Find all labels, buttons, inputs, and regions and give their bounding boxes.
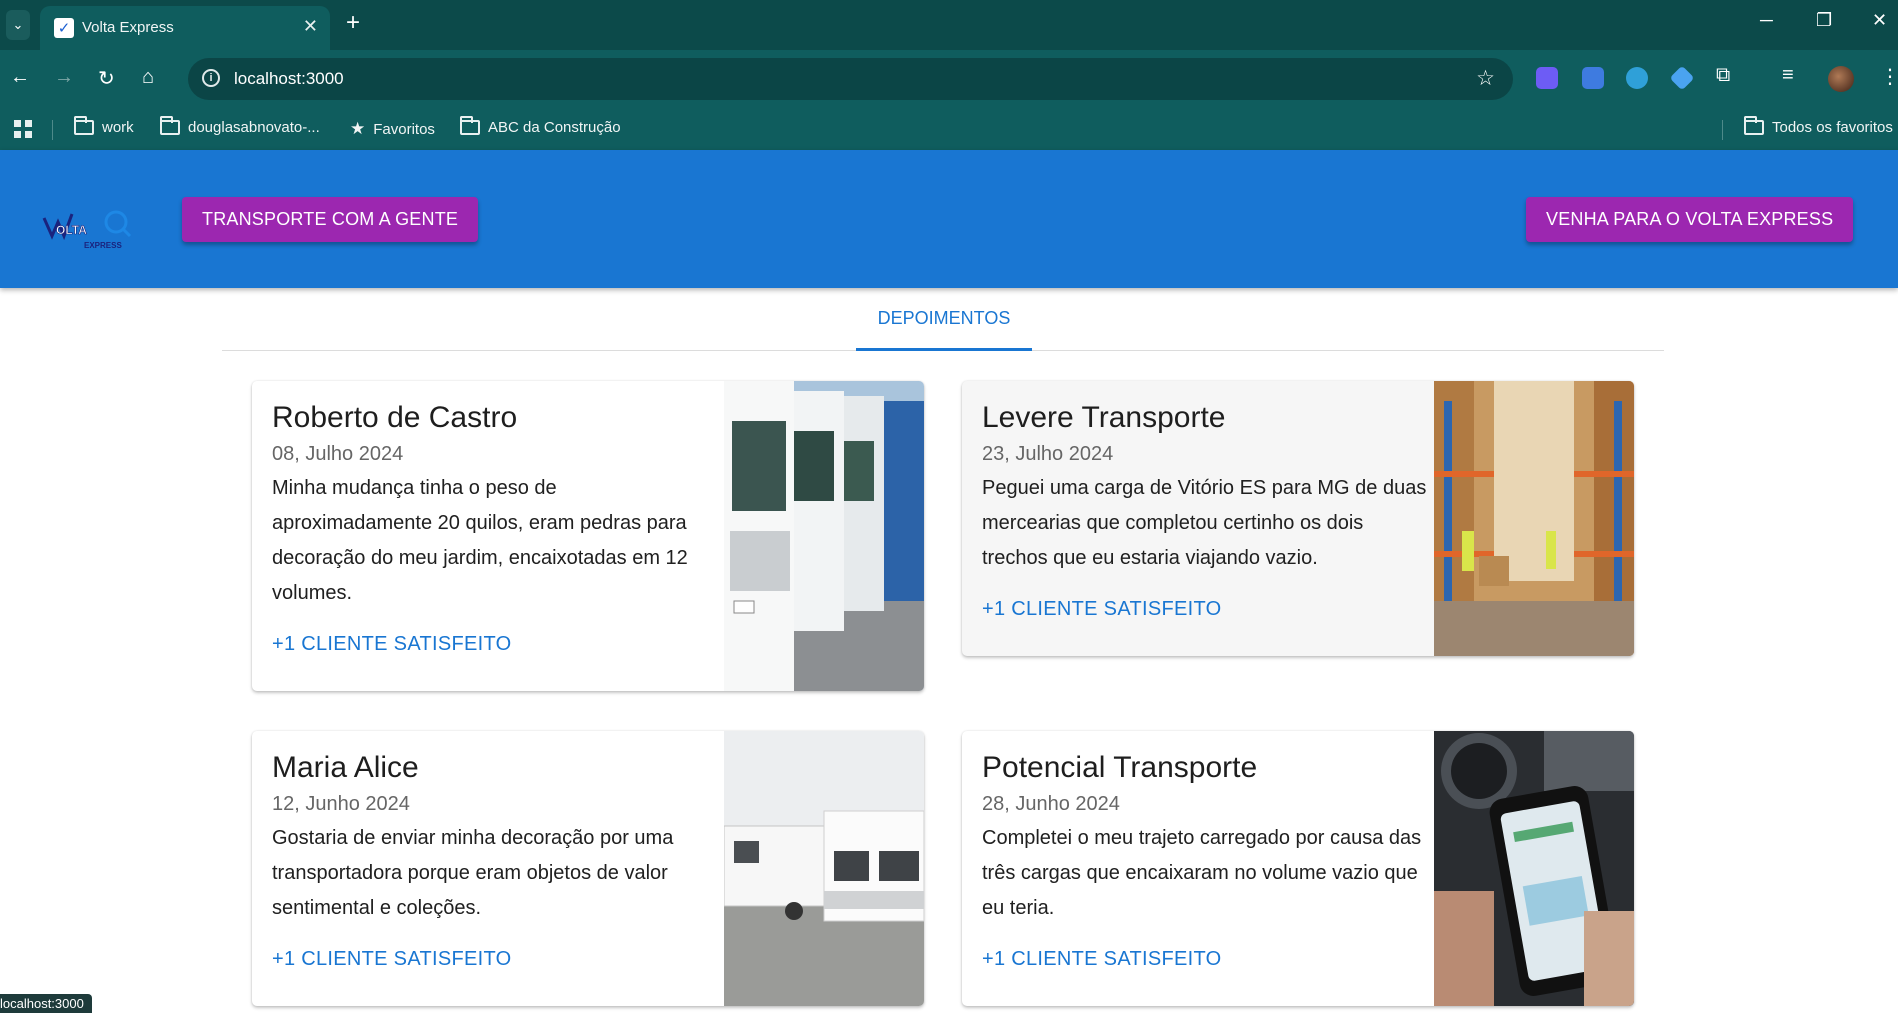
testimonial-text: Minha mudança tinha o peso de aproximada… bbox=[272, 477, 688, 604]
phone-in-car-image bbox=[1434, 731, 1634, 1006]
testimonial-name: Potencial Transporte bbox=[982, 751, 1258, 784]
translate-extension-icon[interactable] bbox=[1582, 67, 1604, 89]
testimonial-date: 08, Julho 2024 bbox=[272, 443, 404, 465]
testimonial-card: Levere Transporte 23, Julho 2024 Peguei … bbox=[962, 381, 1634, 656]
svg-text:EXPRESS: EXPRESS bbox=[84, 241, 122, 250]
status-bar-url: localhost:3000 bbox=[0, 994, 92, 1013]
bookmark-label: Favoritos bbox=[373, 120, 435, 138]
browser-tab[interactable]: ✓ Volta Express ✕ bbox=[40, 6, 330, 50]
testimonial-card: Maria Alice 12, Junho 2024 Gostaria de e… bbox=[252, 731, 924, 1006]
bookmarks-bar: work douglasabnovato-... ★ Favoritos ABC… bbox=[0, 108, 1898, 150]
close-tab-icon[interactable]: ✕ bbox=[303, 16, 318, 37]
back-arrow-icon[interactable]: ← bbox=[10, 66, 30, 89]
box-extension-icon[interactable] bbox=[1669, 65, 1695, 91]
folder-icon bbox=[1744, 116, 1764, 135]
restore-icon[interactable]: ❐ bbox=[1816, 10, 1832, 31]
folder-icon bbox=[74, 116, 94, 135]
browser-tab-strip: ⌄ ✓ Volta Express ✕ + ─ ❐ ✕ bbox=[0, 0, 1898, 50]
bookmarks-divider bbox=[1722, 120, 1723, 140]
app-header: OLTA EXPRESS TRANSPORTE COM A GENTE VENH… bbox=[0, 150, 1898, 288]
vans-image bbox=[724, 731, 924, 1006]
bookmark-douglasabnovato[interactable]: douglasabnovato-... bbox=[160, 116, 320, 136]
all-bookmarks-label: Todos os favoritos bbox=[1772, 119, 1893, 136]
warehouse-image bbox=[1434, 381, 1634, 656]
testimonial-card: Potencial Transporte 28, Junho 2024 Comp… bbox=[962, 731, 1634, 1006]
bookmark-favoritos[interactable]: ★ Favoritos bbox=[350, 119, 435, 139]
browser-toolbar: ← → ↻ ⌂ i localhost:3000 ☆ ⧉ ≡ ⋮ bbox=[0, 50, 1898, 108]
testimonial-date: 12, Junho 2024 bbox=[272, 793, 410, 815]
site-info-icon[interactable]: i bbox=[202, 69, 220, 87]
testimonial-name: Levere Transporte bbox=[982, 401, 1226, 434]
new-tab-plus-icon[interactable]: + bbox=[346, 9, 360, 37]
star-icon: ★ bbox=[350, 119, 366, 138]
testimonial-date: 28, Junho 2024 bbox=[982, 793, 1120, 815]
tab-depoimentos[interactable]: DEPOIMENTOS bbox=[856, 288, 1032, 351]
section-tabs: DEPOIMENTOS bbox=[222, 288, 1664, 351]
bookmark-label: douglasabnovato-... bbox=[188, 119, 320, 136]
satisfied-client-button[interactable]: +1 CLIENTE SATISFEITO bbox=[982, 598, 1432, 621]
tab-search-chevron-icon[interactable]: ⌄ bbox=[6, 10, 30, 40]
trucks-image bbox=[724, 381, 924, 691]
site-favicon-icon: ✓ bbox=[54, 18, 74, 38]
join-volta-express-button[interactable]: VENHA PARA O VOLTA EXPRESS bbox=[1526, 197, 1854, 242]
extensions-puzzle-icon[interactable]: ⧉ bbox=[1716, 64, 1730, 87]
extension-purple-icon[interactable] bbox=[1536, 67, 1558, 89]
testimonial-date: 23, Julho 2024 bbox=[982, 443, 1114, 465]
menu-kebab-icon[interactable]: ⋮ bbox=[1880, 64, 1898, 89]
bookmarks-divider bbox=[52, 120, 53, 140]
address-bar[interactable]: i localhost:3000 ☆ bbox=[188, 58, 1513, 100]
media-controls-icon[interactable]: ≡ bbox=[1782, 64, 1794, 87]
profile-avatar[interactable] bbox=[1828, 66, 1854, 92]
testimonial-text: Peguei uma carga de Vitório ES para MG d… bbox=[982, 477, 1427, 569]
home-icon[interactable]: ⌂ bbox=[142, 66, 154, 89]
close-window-icon[interactable]: ✕ bbox=[1872, 10, 1887, 31]
bookmark-abc-construcao[interactable]: ABC da Construção bbox=[460, 116, 621, 136]
testimonial-text: Completei o meu trajeto carregado por ca… bbox=[982, 827, 1422, 919]
bookmark-work[interactable]: work bbox=[74, 116, 134, 136]
forward-arrow-icon[interactable]: → bbox=[54, 66, 74, 89]
folder-icon bbox=[160, 116, 180, 135]
bookmark-label: work bbox=[102, 119, 134, 136]
bookmark-label: ABC da Construção bbox=[488, 119, 621, 136]
download-extension-icon[interactable] bbox=[1626, 67, 1648, 89]
volta-express-logo[interactable]: OLTA EXPRESS bbox=[42, 200, 134, 256]
satisfied-client-button[interactable]: +1 CLIENTE SATISFEITO bbox=[272, 633, 722, 656]
transport-with-us-button[interactable]: TRANSPORTE COM A GENTE bbox=[182, 197, 479, 242]
satisfied-client-button[interactable]: +1 CLIENTE SATISFEITO bbox=[982, 948, 1432, 971]
apps-grid-icon[interactable] bbox=[14, 120, 32, 138]
tab-title: Volta Express bbox=[82, 19, 174, 36]
testimonial-text: Gostaria de enviar minha decoração por u… bbox=[272, 827, 674, 919]
satisfied-client-button[interactable]: +1 CLIENTE SATISFEITO bbox=[272, 948, 722, 971]
all-bookmarks[interactable]: Todos os favoritos bbox=[1744, 116, 1893, 136]
testimonial-name: Maria Alice bbox=[272, 751, 419, 784]
folder-icon bbox=[460, 116, 480, 135]
reload-icon[interactable]: ↻ bbox=[98, 66, 115, 91]
minimize-icon[interactable]: ─ bbox=[1760, 10, 1773, 31]
testimonial-card: Roberto de Castro 08, Julho 2024 Minha m… bbox=[252, 381, 924, 691]
bookmark-star-icon[interactable]: ☆ bbox=[1476, 66, 1495, 91]
url-text[interactable]: localhost:3000 bbox=[234, 69, 344, 89]
svg-text:OLTA: OLTA bbox=[56, 223, 87, 237]
testimonial-name: Roberto de Castro bbox=[272, 401, 518, 434]
